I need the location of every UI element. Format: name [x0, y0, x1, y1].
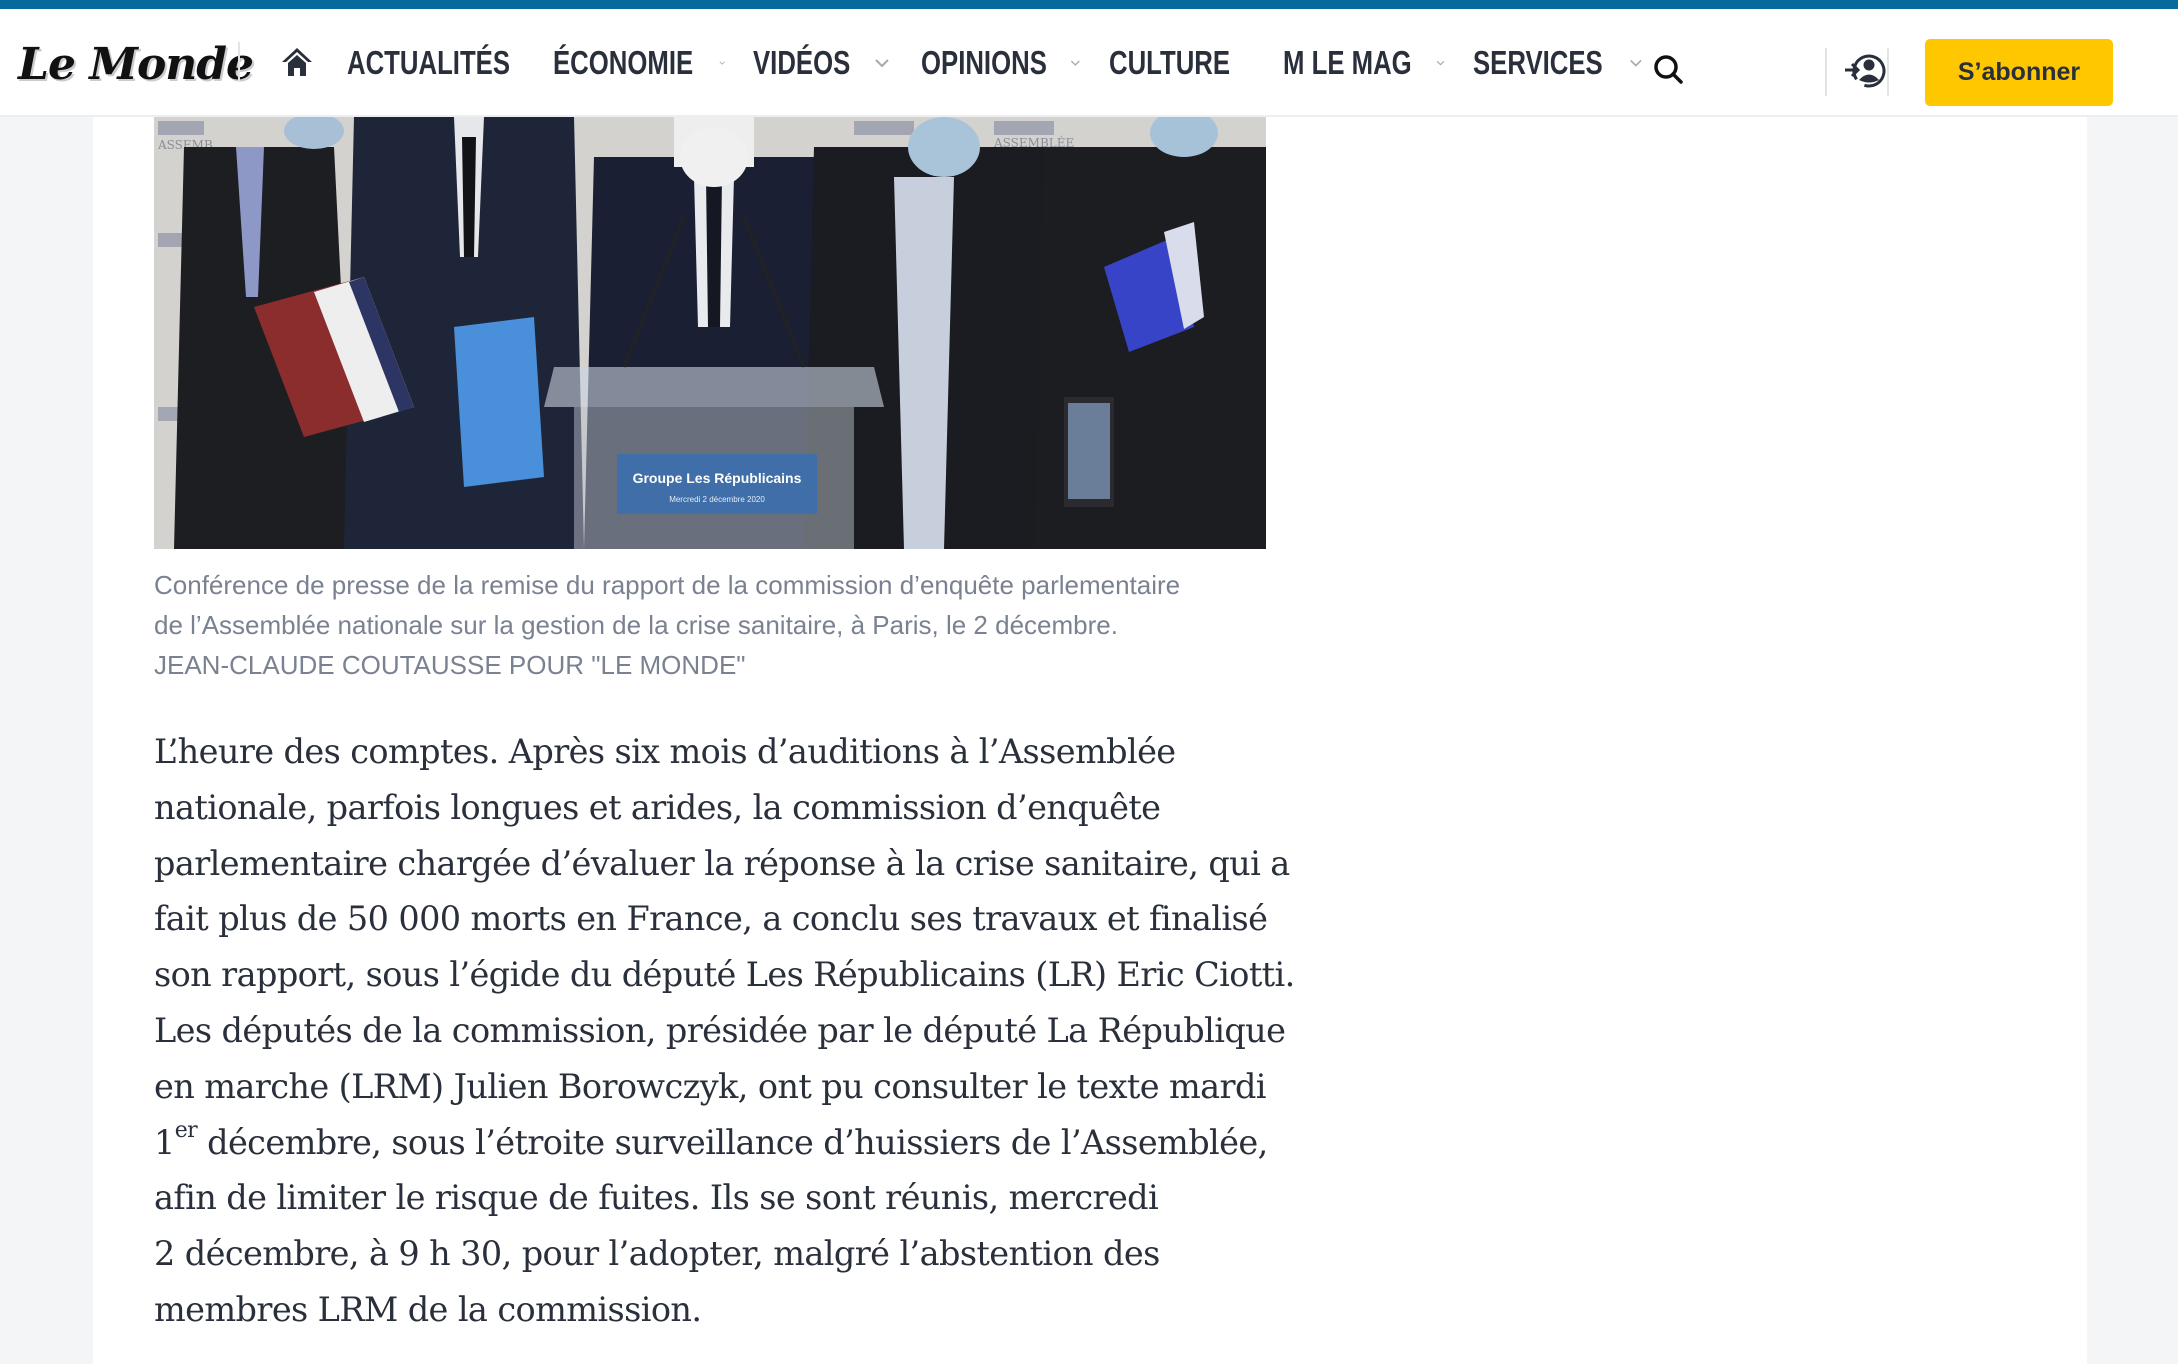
podium-sign-text: Groupe Les Républicains — [633, 470, 802, 486]
article-line: 2 décembre, à 9 h 30, pour l’adopter, ma… — [154, 1234, 1160, 1274]
nav-item-label: CULTURE — [1109, 44, 1231, 81]
top-accent-bar — [0, 0, 2178, 9]
subscribe-button[interactable]: S’abonner — [1925, 39, 2113, 106]
search-icon[interactable] — [1652, 53, 1686, 87]
logo-divider — [238, 42, 240, 82]
nav-item-economie[interactable]: ÉCONOMIE — [553, 44, 725, 82]
article-line: nationale, parfois longues et arides, la… — [154, 787, 1161, 827]
nav-item-opinions[interactable]: OPINIONS — [921, 44, 1081, 82]
nav-item-culture[interactable]: CULTURE — [1109, 44, 1255, 82]
article-line: son rapport, sous l’égide du député Les … — [154, 955, 1295, 995]
chevron-down-icon — [874, 59, 889, 68]
article-line: Les députés de la commission, présidée p… — [154, 1010, 1286, 1050]
ordinal-number: 1 — [154, 1122, 175, 1162]
home-icon[interactable] — [280, 45, 314, 79]
header-divider — [1825, 48, 1827, 96]
article-photo: ASSEMB ASSEMBLÉE NATIONALE Groupe Les Ré… — [154, 117, 1266, 549]
article-body: L’heure des comptes. Après six mois d’au… — [154, 724, 1295, 1338]
ordinal-suffix: er — [174, 1118, 198, 1144]
article-line: en marche (LRM) Julien Borowczyk, ont pu… — [154, 1066, 1267, 1106]
chevron-down-icon — [1630, 59, 1642, 67]
nav-item-services[interactable]: SERVICES — [1473, 44, 1643, 82]
caption-line: de l’Assemblée nationale sur la gestion … — [154, 610, 1118, 640]
article-line: 1er décembre, sous l’étroite surveillanc… — [154, 1115, 1274, 1171]
header-divider — [1887, 48, 1889, 96]
nav-item-m-le-mag[interactable]: M LE MAG — [1283, 44, 1445, 82]
photo-credit: JEAN-CLAUDE COUTAUSSE POUR "LE MONDE" — [154, 650, 746, 680]
nav-item-label: ÉCONOMIE — [553, 44, 694, 81]
article-line-text: décembre, sous l’étroite surveillance d’… — [197, 1122, 1268, 1162]
main-nav: ACTUALITÉS ÉCONOMIE VIDÉOS OPINIONS CULT… — [347, 39, 1671, 87]
article-line: L’heure des comptes. Après six mois d’au… — [154, 732, 1176, 771]
nav-item-actualites[interactable]: ACTUALITÉS — [347, 44, 525, 82]
nav-item-videos[interactable]: VIDÉOS — [753, 44, 893, 82]
login-user-icon[interactable] — [1843, 51, 1887, 91]
photo-caption: Conférence de presse de la remise du rap… — [154, 565, 1274, 685]
caption-line: Conférence de presse de la remise du rap… — [154, 570, 1181, 600]
article-line: membres LRM de la commission. — [154, 1289, 702, 1329]
podium-date-text: Mercredi 2 décembre 2020 — [669, 495, 765, 504]
article-line: fait plus de 50 000 morts en France, a c… — [154, 899, 1268, 939]
chevron-down-icon — [1436, 60, 1445, 66]
nav-item-label: SERVICES — [1473, 44, 1603, 81]
le-monde-logo[interactable]: Le Monde — [18, 39, 254, 90]
nav-item-label: VIDÉOS — [753, 44, 851, 81]
article-line: parlementaire chargée d’évaluer la répon… — [154, 843, 1290, 883]
nav-item-label: M LE MAG — [1283, 44, 1412, 81]
site-header: Le Monde ACTUALITÉS ÉCONOMIE VIDÉOS OPIN… — [0, 9, 2178, 117]
press-conference-image: ASSEMB ASSEMBLÉE NATIONALE Groupe Les Ré… — [154, 117, 1266, 549]
nav-item-label: ACTUALITÉS — [347, 44, 511, 81]
chevron-down-icon — [1071, 60, 1081, 66]
nav-item-label: OPINIONS — [921, 44, 1047, 81]
article-line: afin de limiter le risque de fuites. Ils… — [154, 1178, 1159, 1218]
chevron-down-icon — [719, 61, 725, 65]
